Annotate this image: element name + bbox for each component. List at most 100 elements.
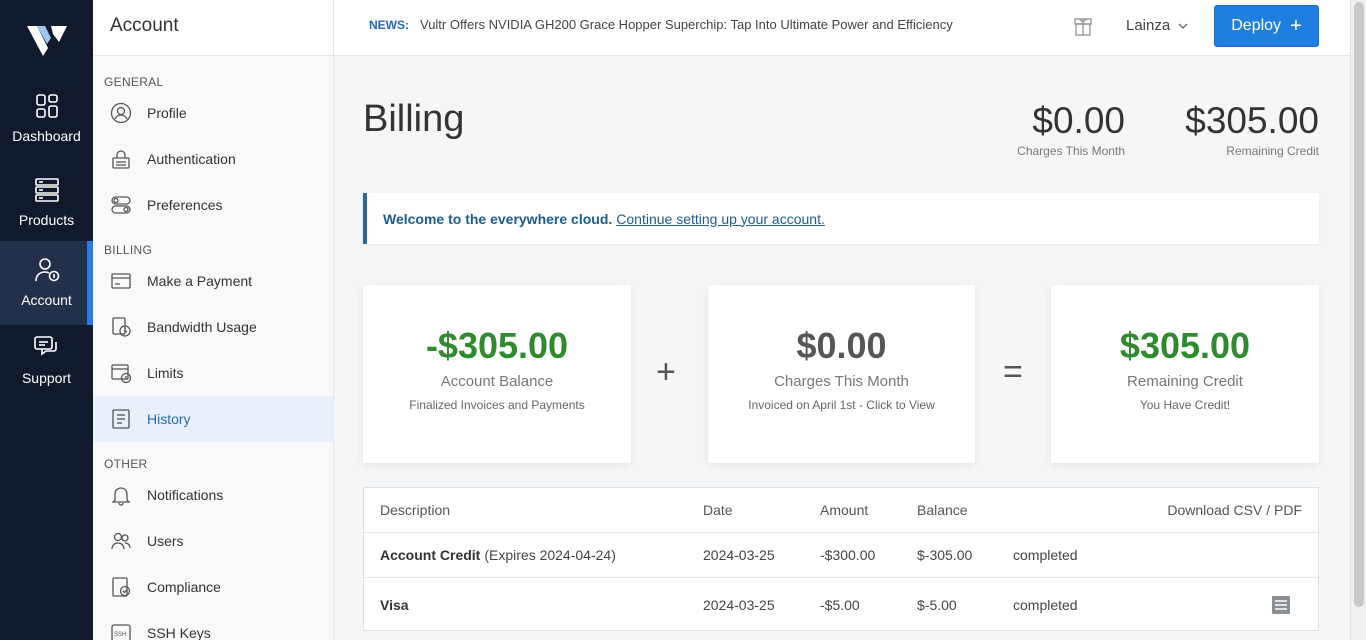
balance-sub: Finalized Invoices and Payments	[409, 398, 585, 412]
row-balance: $-5.00	[917, 596, 957, 613]
limits-icon	[111, 364, 132, 384]
table-row: Visa 2024-03-25 -$5.00 $-5.00 completed	[364, 578, 1318, 631]
sidebar-item-authentication[interactable]: Authentication	[93, 136, 333, 182]
header-date: Date	[703, 502, 733, 518]
sidebar-item-label: Authentication	[147, 151, 236, 167]
history-icon	[112, 409, 130, 429]
document-icon	[1272, 595, 1290, 614]
vultr-logo[interactable]	[27, 22, 67, 56]
nav-label: Products	[18, 212, 75, 228]
sidebar-item-bandwidth-usage[interactable]: Bandwidth Usage	[93, 304, 333, 350]
balance-amount: -$305.00	[425, 325, 569, 366]
row-description-main: Account Credit	[380, 547, 481, 563]
remaining-amount: $305.00	[1119, 325, 1251, 366]
charges-sub: Invoiced on April 1st - Click to View	[748, 398, 935, 412]
news-link[interactable]: Vultr Offers NVIDIA GH200 Grace Hopper S…	[420, 17, 953, 32]
invoice-download[interactable]	[1271, 578, 1291, 631]
charges-card[interactable]: $0.00 Charges This Month Invoiced on Apr…	[708, 285, 975, 463]
nav-account[interactable]: Account	[0, 241, 93, 325]
sidebar-item-label: History	[147, 411, 191, 427]
account-sidebar: Account GENERAL Profile Authentication P…	[93, 0, 334, 640]
support-icon	[33, 336, 57, 356]
balance-label: Account Balance	[440, 373, 554, 390]
charges-label: Charges This Month	[774, 373, 909, 390]
sidebar-item-label: Notifications	[147, 487, 224, 503]
news-label: NEWS:	[369, 18, 409, 32]
row-status: completed	[1013, 596, 1078, 613]
row-description-main: Visa	[380, 596, 409, 613]
sidebar-item-label: Make a Payment	[147, 273, 253, 289]
sidebar-item-profile[interactable]: Profile	[93, 90, 333, 136]
section-other: OTHER	[104, 457, 148, 471]
billing-history-table: Description Date Amount Balance Download…	[363, 487, 1319, 631]
account-icon	[34, 258, 59, 282]
users-icon	[111, 532, 131, 550]
row-description: Visa	[380, 578, 413, 631]
sidebar-item-history[interactable]: History	[93, 396, 333, 442]
row-amount: -$300.00	[820, 547, 876, 563]
summary-remaining-amount: $305.00	[1185, 100, 1319, 141]
continue-setup-link[interactable]: Continue setting up your account.	[616, 211, 825, 227]
toggle-icon	[111, 196, 131, 214]
vertical-scrollbar[interactable]	[1350, 0, 1366, 640]
sidebar-item-limits[interactable]: Limits	[93, 350, 333, 396]
row-date: 2024-03-25	[703, 596, 775, 613]
nav-label: Dashboard	[12, 128, 81, 144]
sidebar-item-ssh-keys[interactable]: SSH SSH Keys	[93, 610, 333, 640]
sidebar-item-label: Profile	[147, 105, 187, 121]
charges-amount: $0.00	[796, 325, 887, 366]
sidebar-item-compliance[interactable]: Compliance	[93, 564, 333, 610]
table-header: Description Date Amount Balance Download…	[364, 488, 1318, 533]
remaining-sub: You Have Credit!	[1139, 398, 1231, 412]
sidebar-item-label: Users	[147, 533, 184, 549]
svg-text:SSH: SSH	[114, 632, 126, 638]
plus-icon: +	[1290, 15, 1302, 37]
row-balance: $-305.00	[917, 547, 973, 563]
sidebar-item-users[interactable]: Users	[93, 518, 333, 564]
nav-support[interactable]: Support	[0, 334, 93, 418]
user-menu[interactable]: Lainza	[1126, 17, 1188, 34]
sidebar-item-label: Compliance	[147, 579, 221, 595]
sidebar-item-preferences[interactable]: Preferences	[93, 182, 333, 228]
products-icon	[34, 178, 59, 202]
nav-dashboard[interactable]: Dashboard	[0, 92, 93, 176]
row-date: 2024-03-25	[703, 547, 775, 563]
header-amount: Amount	[820, 502, 869, 518]
section-billing: BILLING	[104, 243, 153, 257]
nav-label: Support	[21, 370, 72, 386]
welcome-text: Welcome to the everywhere cloud.	[383, 210, 613, 227]
sidebar-item-label: Preferences	[147, 197, 223, 213]
row-status: completed	[1013, 547, 1078, 563]
credit-card-icon	[111, 273, 131, 289]
summary-charges-label: Charges This Month	[1017, 144, 1125, 158]
header-balance: Balance	[917, 502, 968, 518]
header-description: Description	[380, 502, 451, 518]
download-csv-pdf-link[interactable]: Download CSV / PDF	[1167, 488, 1302, 532]
plus-operator: +	[656, 353, 676, 391]
summary-remaining: $305.00 Remaining Credit	[1179, 100, 1319, 158]
ssh-key-icon: SSH	[111, 624, 131, 640]
gift-icon[interactable]	[1072, 15, 1094, 37]
sidebar-item-label: Bandwidth Usage	[147, 319, 257, 335]
remaining-label: Remaining Credit	[1127, 373, 1243, 390]
bell-icon	[111, 487, 131, 506]
summary-remaining-label: Remaining Credit	[1226, 144, 1319, 158]
page-title: Billing	[363, 98, 465, 140]
sidebar-item-make-payment[interactable]: Make a Payment	[93, 258, 333, 304]
lock-icon	[112, 150, 130, 169]
sidebar-title: Account	[93, 0, 333, 56]
table-row: Account Credit (Expires 2024-04-24) 2024…	[364, 533, 1318, 578]
row-description-detail: (Expires 2024-04-24)	[484, 547, 616, 563]
welcome-banner: Welcome to the everywhere cloud. Continu…	[363, 193, 1319, 244]
bandwidth-icon	[112, 317, 131, 337]
scroll-thumb[interactable]	[1354, 2, 1364, 607]
deploy-button[interactable]: Deploy +	[1214, 5, 1319, 47]
sidebar-item-label: Limits	[147, 365, 184, 381]
dashboard-icon	[35, 94, 58, 118]
chevron-down-icon	[1178, 23, 1188, 29]
profile-icon	[110, 102, 132, 124]
summary-charges: $0.00 Charges This Month	[1010, 100, 1125, 158]
remaining-credit-card: $305.00 Remaining Credit You Have Credit…	[1051, 285, 1319, 463]
sidebar-item-notifications[interactable]: Notifications	[93, 472, 333, 518]
deploy-label: Deploy	[1231, 17, 1282, 34]
